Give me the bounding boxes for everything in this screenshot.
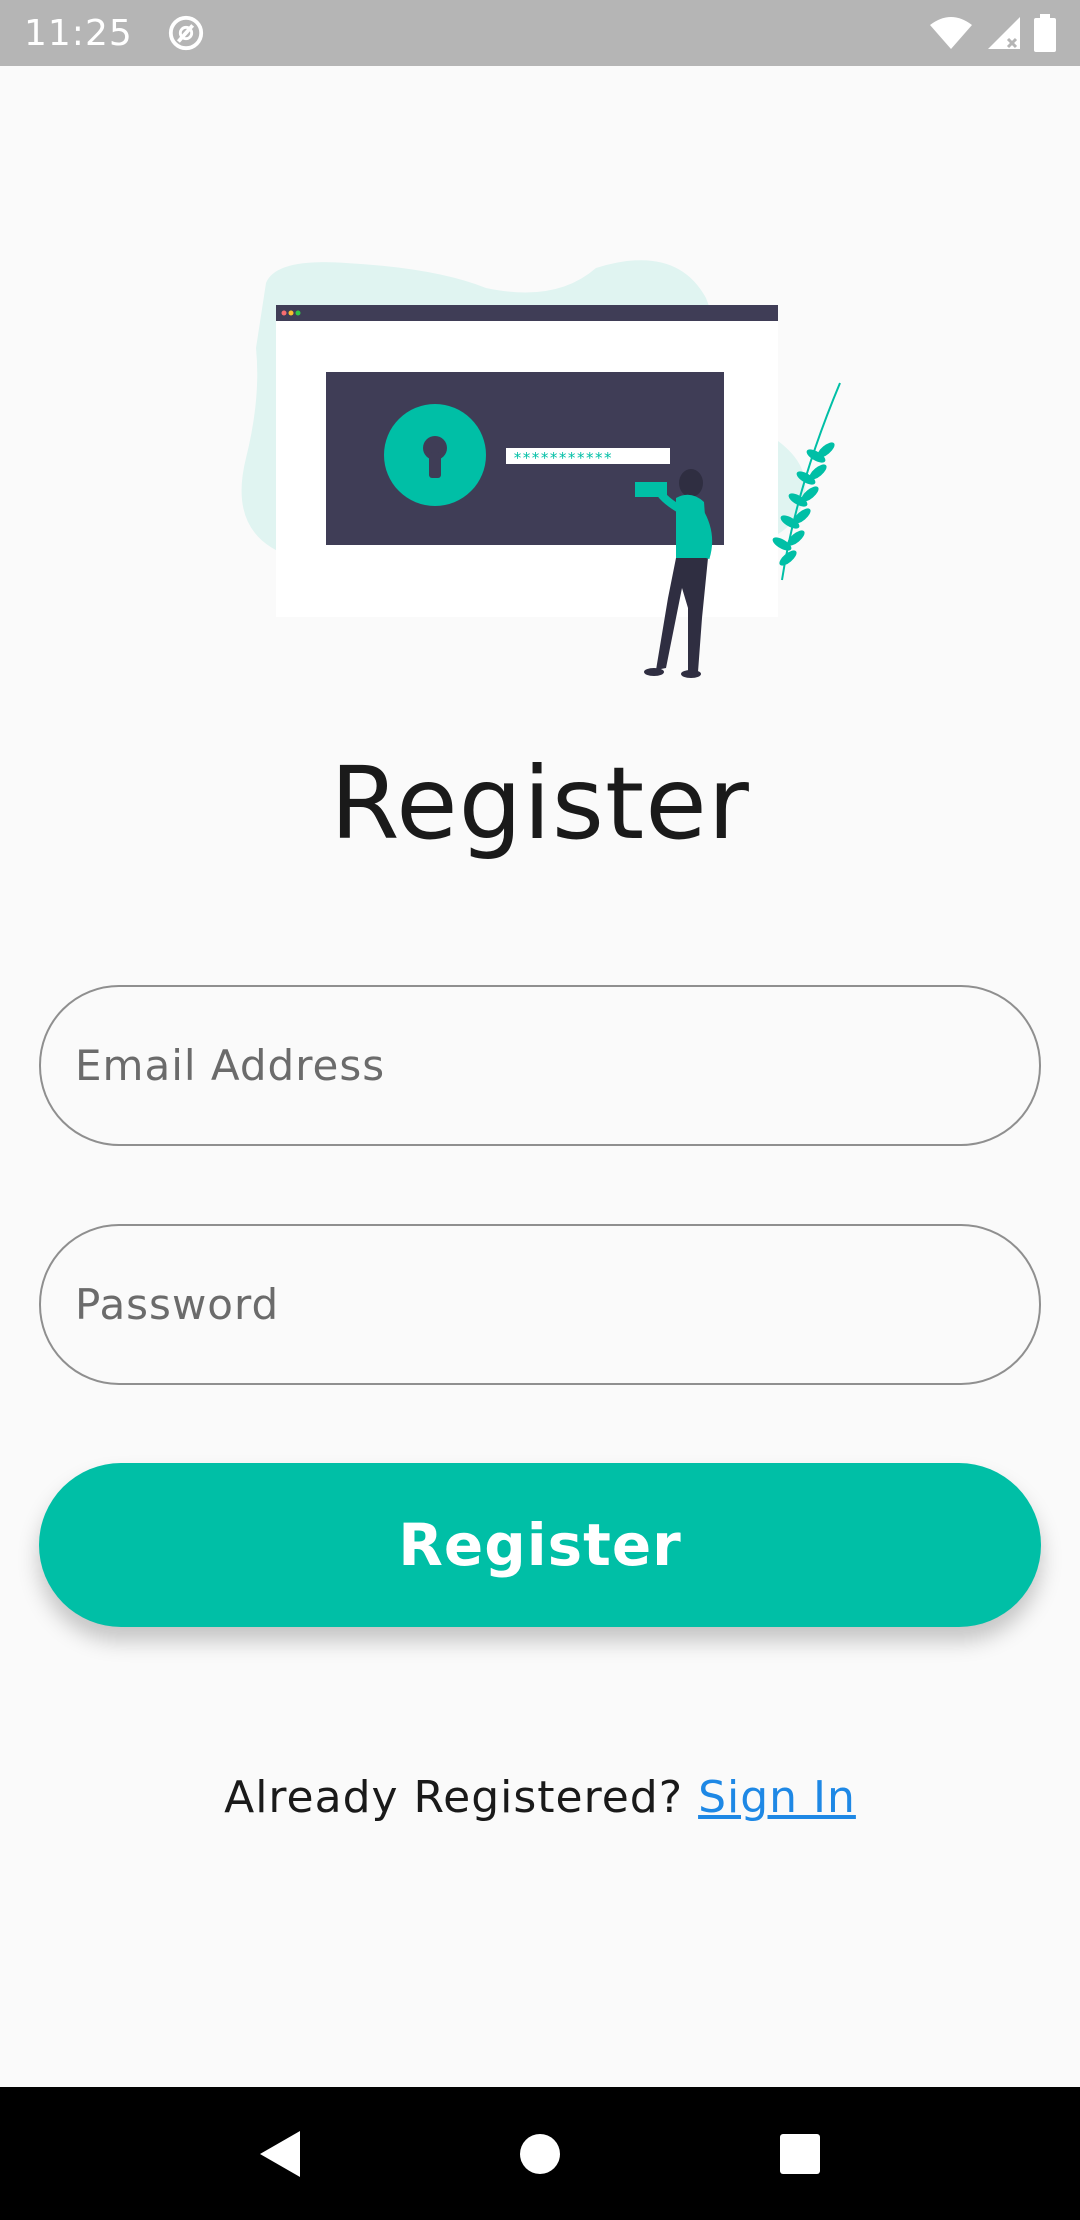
recents-button[interactable] [770, 2124, 830, 2184]
signin-prompt: Already Registered? Sign In [0, 1772, 1080, 1823]
back-triangle-icon [260, 2130, 300, 2177]
status-icons [928, 14, 1056, 52]
password-field[interactable] [39, 1224, 1041, 1385]
email-field[interactable] [39, 985, 1041, 1146]
register-screen: 11:25 *********** Register Email Address… [0, 0, 1080, 2220]
status-bar: 11:25 [0, 0, 1080, 66]
page-title: Register [330, 745, 750, 862]
home-button[interactable] [510, 2124, 570, 2184]
signin-prompt-text: Already Registered? [224, 1772, 699, 1823]
signin-link[interactable]: Sign In [698, 1772, 856, 1823]
wifi-icon [930, 17, 972, 49]
browser-titlebar [276, 305, 778, 321]
home-circle-icon [520, 2133, 560, 2174]
at-sign-icon [168, 15, 203, 51]
signal-icon [988, 17, 1020, 49]
recents-square-icon [780, 2133, 820, 2174]
email-input[interactable] [75, 1041, 1039, 1090]
register-button[interactable]: Register [39, 1463, 1041, 1627]
secure-login-illustration: *********** [241, 260, 841, 678]
battery-icon [1034, 14, 1056, 52]
status-time: 11:25 [24, 12, 133, 54]
back-button[interactable] [250, 2124, 310, 2184]
navigation-bar [0, 2087, 1080, 2220]
password-input[interactable] [75, 1280, 1039, 1329]
password-mask: *********** [513, 449, 612, 467]
